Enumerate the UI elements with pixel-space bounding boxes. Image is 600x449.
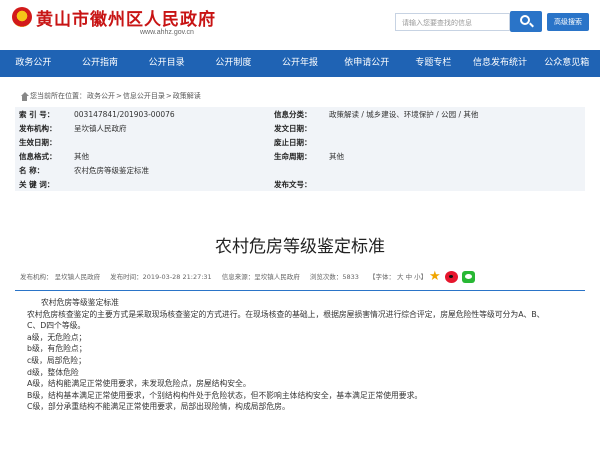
article-paragraph: A级，结构能满足正常使用要求，未发现危险点，房屋结构安全。 (27, 379, 251, 389)
site-title[interactable]: 黄山市徽州区人民政府 (36, 5, 216, 30)
nav-item-catalog[interactable]: 公开目录 (133, 50, 200, 77)
wechat-share-icon[interactable] (462, 271, 475, 283)
keywords-value (70, 177, 270, 191)
article-meta: 发布机构： 呈坎镇人民政府 发布时间：2019-03-28 21:27:31 信… (20, 271, 580, 281)
table-row: 名 称： 农村危房等级鉴定标准 (15, 163, 585, 177)
doc-number-value (325, 177, 585, 191)
publisher-label: 发布机构： (19, 123, 57, 133)
breadcrumb-item-gov-affairs[interactable]: 政务公开 (87, 91, 115, 101)
keywords-label: 关 键 词： (19, 179, 55, 189)
content-divider (15, 290, 585, 291)
site-url: www.ahhz.gov.cn (140, 29, 194, 36)
home-icon (20, 91, 29, 101)
nav-item-guide[interactable]: 公开指南 (67, 50, 134, 77)
advanced-search-button[interactable]: 高级搜索 (547, 13, 589, 31)
meta-time: 发布时间：2019-03-28 21:27:31 (110, 273, 212, 281)
abolish-date-value (325, 135, 585, 149)
search-button[interactable] (510, 11, 542, 32)
table-row: 发布机构： 呈坎镇人民政府 发文日期： (15, 121, 585, 135)
article-body: 农村危房等级鉴定标准 农村危房核查鉴定的主要方式是采取现场核查鉴定的方式进行。在… (27, 297, 587, 413)
breadcrumb: 您当前所在位置： 政务公开 > 信息公开目录 > 政策解读 (20, 91, 202, 101)
publisher-value: 呈坎镇人民政府 (74, 123, 127, 133)
breadcrumb-separator: > (116, 92, 122, 100)
breadcrumb-prefix: 您当前所在位置： (30, 92, 86, 100)
table-row: 生效日期： 废止日期： (15, 135, 585, 149)
article-paragraph: a级，无危险点； (27, 332, 87, 342)
effective-date-label: 生效日期： (19, 137, 57, 147)
weibo-share-icon[interactable] (445, 271, 458, 283)
info-table: 索 引 号： 003147841/201903-00076 信息分类： 政策解读… (15, 107, 585, 191)
nav-item-topics[interactable]: 专题专栏 (400, 50, 467, 77)
favorite-star-icon[interactable]: ★ (429, 270, 441, 283)
font-size-switcher[interactable]: 【字体： 大 中 小】 (369, 273, 427, 281)
article-title: 农村危房等级鉴定标准 (215, 237, 385, 257)
article-paragraph: b级，有危险点； (27, 344, 87, 354)
site-header: 黄山市徽州区人民政府 www.ahhz.gov.cn 请输入您要查找的信息 高级… (0, 0, 600, 44)
article-paragraph: c级，局部危险； (27, 355, 86, 365)
lifecycle-value: 其他 (329, 151, 344, 161)
article-paragraph: d级，整体危险 (27, 367, 79, 377)
national-emblem-icon (12, 7, 32, 27)
nav-item-system[interactable]: 公开制度 (200, 50, 267, 77)
nav-item-statistics[interactable]: 信息发布统计 (467, 50, 534, 77)
effective-date-value (70, 135, 270, 149)
meta-publisher: 发布机构： 呈坎镇人民政府 (20, 273, 101, 281)
meta-source: 信息来源：呈坎镇人民政府 (221, 273, 300, 281)
doc-date-value (325, 121, 585, 135)
name-value: 农村危房等级鉴定标准 (74, 165, 149, 175)
doc-date-label: 发文日期： (274, 123, 312, 133)
format-label: 信息格式： (19, 151, 57, 161)
table-row: 索 引 号： 003147841/201903-00076 信息分类： 政策解读… (15, 107, 585, 121)
table-row: 关 键 词： 发布文号： (15, 177, 585, 191)
article-paragraph: 农村危房核查鉴定的主要方式是采取现场核查鉴定的方式进行。在现场核查的基础上，根据… (27, 309, 545, 319)
breadcrumb-item-policy[interactable]: 政策解读 (173, 91, 201, 101)
nav-item-application[interactable]: 依申请公开 (333, 50, 400, 77)
nav-item-mailbox[interactable]: 公众意见箱 (533, 50, 600, 77)
index-label: 索 引 号： (19, 109, 55, 119)
meta-views: 浏览次数：5833 (309, 273, 359, 281)
article-paragraph: C、D四个等级。 (27, 321, 86, 331)
article-paragraph: B级，结构基本满足正常使用要求，个别结构构件处于危险状态，但不影响主体结构安全，… (27, 390, 423, 400)
lifecycle-label: 生命周期： (274, 151, 312, 161)
doc-number-label: 发布文号： (274, 179, 312, 189)
search-input[interactable]: 请输入您要查找的信息 (395, 13, 510, 31)
table-row: 信息格式： 其他 生命周期： 其他 (15, 149, 585, 163)
nav-item-gov-affairs[interactable]: 政务公开 (0, 50, 67, 77)
category-label: 信息分类： (274, 109, 312, 119)
breadcrumb-separator: > (165, 92, 172, 100)
format-value: 其他 (74, 151, 89, 161)
main-nav: 政务公开 公开指南 公开目录 公开制度 公开年报 依申请公开 专题专栏 信息发布… (0, 50, 600, 77)
article-paragraph: 农村危房等级鉴定标准 (41, 298, 119, 307)
article-paragraph: C级，部分承重结构不能满足正常使用要求，局部出现险情，构成局部危房。 (27, 402, 290, 412)
breadcrumb-item-catalog[interactable]: 信息公开目录 (123, 91, 165, 101)
category-value: 政策解读 / 城乡建设、环境保护 / 公园 / 其他 (329, 109, 479, 119)
search-icon-handle (529, 22, 534, 28)
index-value: 003147841/201903-00076 (74, 109, 175, 119)
name-label: 名 称： (19, 165, 45, 175)
abolish-date-label: 废止日期： (274, 137, 312, 147)
nav-item-annual-report[interactable]: 公开年报 (267, 50, 334, 77)
